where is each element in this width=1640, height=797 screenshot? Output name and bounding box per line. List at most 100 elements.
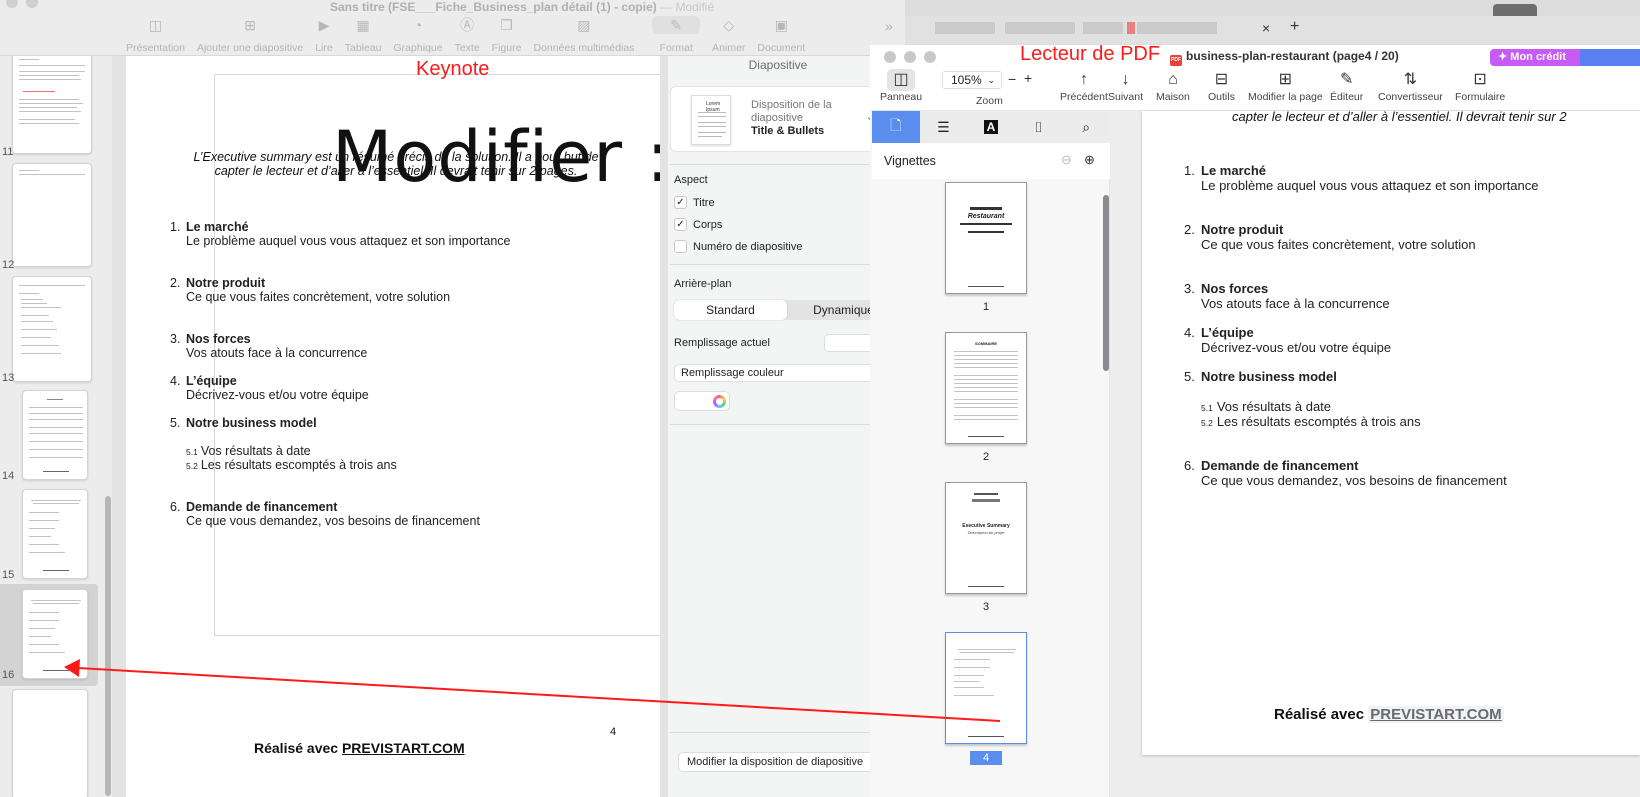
toolbar-play-button[interactable]: ▶ Lire — [309, 16, 339, 54]
zoom-in-icon[interactable]: ⊕ — [1084, 152, 1095, 168]
sub-item-text: Les résultats escomptés à trois ans — [1216, 414, 1421, 429]
thumbnails-tab[interactable]: 🗋 — [872, 111, 920, 143]
modified-status: — Modifié — [660, 0, 715, 14]
snapshot-tab[interactable]: ⌷ — [1015, 111, 1063, 143]
window-controls — [6, 0, 38, 8]
annotations-tab[interactable]: A — [967, 111, 1015, 143]
tool-label: Panneau — [880, 91, 923, 103]
zoom-out-button[interactable]: − — [1008, 71, 1016, 87]
panel-button[interactable]: ◫ Panneau — [880, 69, 922, 103]
next-page-button[interactable]: ↓ Suivant — [1108, 69, 1143, 103]
title-checkbox[interactable]: ✓ Titre — [674, 196, 715, 209]
slide-canvas: Keynote L’Executive summary est un résum… — [112, 56, 739, 797]
toolbar-chart-button[interactable]: ◔ Graphique — [388, 16, 449, 54]
zoom-in-button[interactable]: + — [1024, 70, 1032, 86]
color-well[interactable] — [674, 391, 730, 411]
toolbar-media-button[interactable]: ▨ Données multimédias — [527, 16, 640, 54]
keynote-window: Sans titre (FSE___Fiche_Business_plan dé… — [0, 0, 905, 797]
slide-thumbnail[interactable] — [22, 489, 88, 579]
toolbar-add-slide-button[interactable]: ⊞ Ajouter une diapositive — [191, 16, 309, 54]
text-annotation-icon: A — [983, 120, 999, 134]
page-intro-text: capter le lecteur et d’aller à l’essenti… — [1232, 109, 1567, 124]
slide-thumbnail-selected[interactable] — [22, 589, 88, 679]
outline-tab[interactable]: ☰ — [920, 111, 968, 143]
previous-page-button[interactable]: ↑ Précédent — [1060, 69, 1108, 103]
page-thumbnail[interactable]: Restaurant — [945, 182, 1027, 294]
pdf-page: capter le lecteur et d’aller à l’essenti… — [1142, 109, 1640, 755]
page-thumbnail[interactable]: SOMMAIRE — [945, 332, 1027, 444]
item-title: L’équipe — [186, 374, 237, 388]
toolbar-document-button[interactable]: ▣ Document — [751, 16, 811, 54]
sub-item: 5.1 Vos résultats à date — [186, 444, 311, 458]
editor-button[interactable]: ✎ Éditeur — [1330, 69, 1363, 103]
zoom-select[interactable]: 105% ⌄ — [942, 71, 1002, 89]
toolbar-label: Figure — [491, 42, 522, 54]
checkbox-label: Numéro de diapositive — [693, 240, 803, 253]
slide-thumbnail[interactable] — [12, 163, 92, 267]
new-tab-icon[interactable]: + — [1290, 18, 1299, 36]
minimize-window-button[interactable] — [26, 0, 38, 8]
toolbar-table-button[interactable]: ▦ Tableau — [339, 16, 388, 54]
home-button[interactable]: ⌂ Maison — [1156, 69, 1190, 103]
item-number: 4. — [1184, 325, 1195, 340]
thumbnails-scrollbar[interactable] — [1103, 195, 1109, 371]
item-title: Le marché — [1201, 163, 1267, 178]
format-brush-icon: ✎ — [652, 16, 701, 34]
converter-button[interactable]: ⇅ Convertisseur — [1378, 69, 1443, 103]
pdf-reader-window: Lecteur de PDF PDF business-plan-restaura… — [870, 43, 1640, 797]
form-button[interactable]: ⊡ Formulaire — [1455, 69, 1505, 103]
slide-thumbnail[interactable] — [22, 390, 88, 480]
toolbar-shape-button[interactable]: ❒ Figure — [486, 16, 528, 54]
fill-type-select[interactable]: Remplissage couleur — [674, 364, 900, 382]
slide-number-checkbox[interactable]: Numéro de diapositive — [674, 240, 802, 253]
footer-text: Réalisé avec — [1274, 706, 1369, 723]
toolbar-overflow-icon[interactable]: » — [885, 18, 893, 34]
item-description: Décrivez-vous et/ou votre équipe — [186, 388, 369, 402]
divider — [670, 264, 900, 265]
item-title: Nos forces — [1201, 281, 1269, 296]
toolbar-label: Animer — [712, 42, 746, 54]
chevron-down-icon: ⌄ — [987, 75, 995, 85]
maximize-window-button[interactable] — [924, 51, 936, 63]
toolbar-text-button[interactable]: Ⓐ Texte — [449, 16, 486, 54]
close-window-button[interactable] — [884, 51, 896, 63]
color-wheel-icon[interactable] — [713, 395, 726, 408]
footer-link[interactable]: PREVISTART.COM — [1368, 706, 1504, 723]
background-mode-segmented-control: Standard Dynamique — [674, 300, 900, 320]
background-standard-option[interactable]: Standard — [674, 300, 787, 320]
toolbar-presentation-button[interactable]: ◫ Présentation — [120, 16, 191, 54]
search-icon: ⌕ — [1082, 118, 1091, 135]
item-number: 1. — [170, 220, 181, 234]
slide[interactable]: Keynote L’Executive summary est un résum… — [126, 56, 739, 797]
zoom-out-icon[interactable]: ⊖ — [1061, 152, 1072, 168]
footer-link[interactable]: PREVISTART.COM — [342, 740, 465, 756]
close-tab-icon[interactable]: × — [1262, 20, 1270, 36]
blurred-tab-favicon — [1127, 22, 1135, 34]
minimize-window-button[interactable] — [904, 51, 916, 63]
tool-label: Outils — [1208, 91, 1235, 103]
credit-button[interactable]: ✦ Mon crédit — [1490, 49, 1640, 66]
list-icon: ☰ — [937, 118, 950, 135]
body-checkbox[interactable]: ✓ Corps — [674, 218, 722, 231]
checkmark-icon: ✓ — [674, 218, 687, 231]
tools-button[interactable]: ⊟ Outils — [1208, 69, 1235, 103]
slide-number: 12 — [2, 259, 15, 271]
close-window-button[interactable] — [6, 0, 18, 8]
search-tab[interactable]: ⌕ — [1062, 111, 1110, 143]
item-number: 5. — [1184, 369, 1195, 384]
slide-thumbnail[interactable] — [12, 689, 88, 797]
edit-page-button[interactable]: ⊞ Modifier la page — [1248, 69, 1323, 103]
blurred-tab-title — [1083, 22, 1123, 34]
toolbar-format-button[interactable]: ✎ Format — [646, 16, 706, 54]
navigator-scrollbar[interactable] — [105, 496, 111, 796]
page-thumbnail[interactable]: Executive Summary Description du projet — [945, 482, 1027, 594]
credit-label: Mon crédit — [1510, 51, 1566, 63]
item-description: Vos atouts face à la concurrence — [1201, 296, 1390, 311]
slide-thumbnail[interactable] — [12, 56, 92, 154]
item-description: Le problème auquel vous vous attaquez et… — [1201, 178, 1539, 193]
toolbar-animate-button[interactable]: ◇ Animer — [706, 16, 751, 54]
page-thumbnail-selected[interactable] — [945, 632, 1027, 744]
toolbar-label: Ajouter une diapositive — [196, 42, 304, 54]
toolbar-label: Format — [659, 42, 693, 54]
slide-thumbnail[interactable] — [12, 276, 92, 382]
